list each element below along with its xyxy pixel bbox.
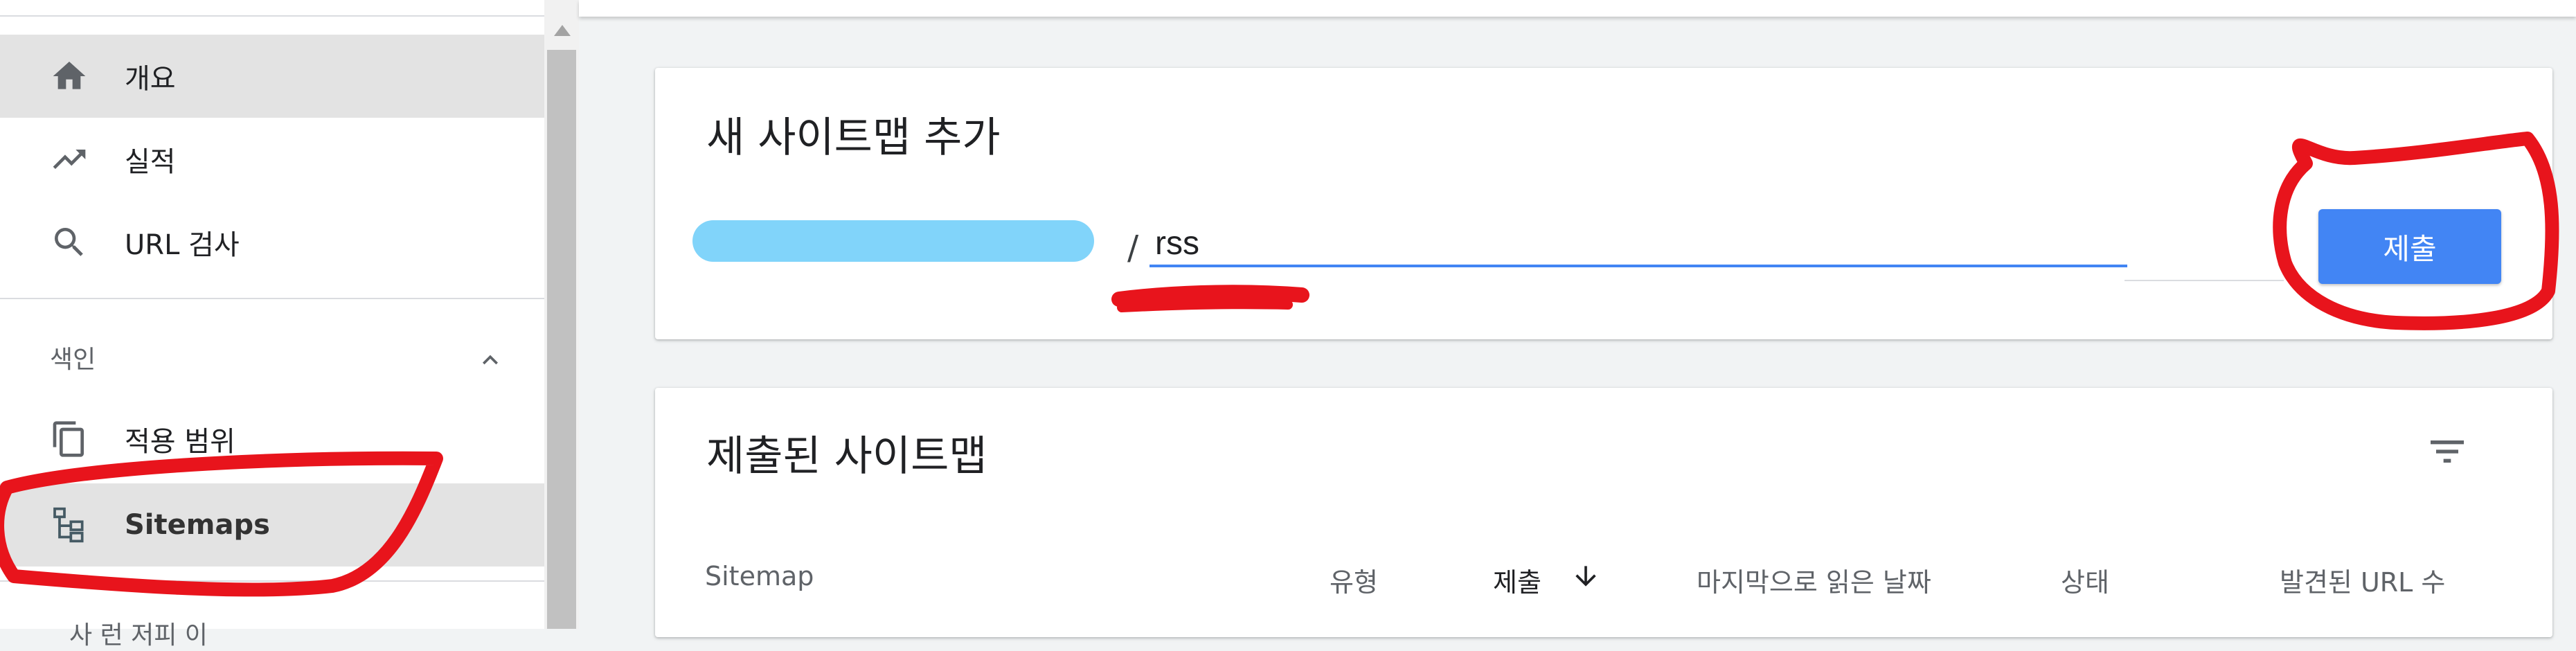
column-header-status[interactable]: 상태: [2061, 561, 2109, 599]
sidebar-item-overview[interactable]: 개요: [0, 35, 544, 118]
column-header-sitemap[interactable]: Sitemap: [705, 561, 814, 591]
sidebar-top-divider: [0, 15, 544, 17]
trending-up-icon: [53, 150, 86, 169]
main-top-bar: [579, 0, 2576, 17]
sidebar-item-label: Sitemaps: [125, 509, 270, 541]
copy-icon: [53, 421, 84, 457]
sidebar-item-url-inspection[interactable]: URL 검사: [0, 201, 544, 284]
home-icon: [53, 62, 86, 89]
redacted-site-url: [692, 220, 1094, 262]
arrow-down-icon[interactable]: [1571, 561, 1601, 591]
url-separator: /: [1127, 229, 1139, 267]
sidebar-item-performance[interactable]: 실적: [0, 118, 544, 201]
sidebar-item-label: 실적: [125, 146, 176, 178]
sidebar-divider: [0, 298, 544, 299]
sidebar-divider: [0, 580, 544, 582]
column-header-discovered-urls[interactable]: 발견된 URL 수: [2280, 561, 2445, 599]
column-header-type[interactable]: 유형: [1330, 561, 1378, 599]
sidebar: 개요 실적 URL 검사 색인 적용 범위 Sitemaps 사 런 저피 이: [0, 0, 544, 650]
sitemap-url-input[interactable]: [1150, 222, 2127, 267]
submitted-sitemaps-card: 제출된 사이트맵 Sitemap 유형 제출 마지막으로 읽은 날짜 상태 발견…: [655, 388, 2552, 637]
filter-icon[interactable]: [2425, 429, 2469, 474]
column-header-last-read[interactable]: 마지막으로 읽은 날짜: [1697, 561, 1931, 599]
sidebar-scrollbar-thumb[interactable]: [547, 50, 576, 629]
search-icon: [55, 228, 83, 256]
sitemap-icon: [53, 507, 84, 543]
scroll-up-arrow-icon[interactable]: [554, 25, 571, 36]
sidebar-item-label: 개요: [125, 63, 176, 95]
sidebar-item-coverage[interactable]: 적용 범위: [0, 398, 544, 481]
chevron-up-icon[interactable]: [475, 345, 506, 375]
sidebar-cut-off-item[interactable]: 사 런 저피 이: [69, 615, 208, 651]
submit-button[interactable]: 제출: [2318, 209, 2501, 284]
submitted-sitemaps-title: 제출된 사이트맵: [706, 432, 987, 481]
sidebar-section-index: 색인: [50, 346, 96, 374]
add-sitemap-card: 새 사이트맵 추가 / 제출: [655, 68, 2552, 339]
column-header-submitted[interactable]: 제출: [1493, 561, 1541, 599]
sidebar-item-label: URL 검사: [125, 229, 240, 261]
sidebar-item-label: 적용 범위: [125, 426, 235, 458]
add-sitemap-title: 새 사이트맵 추가: [706, 114, 1001, 162]
input-underline: [2125, 280, 2284, 281]
sidebar-item-sitemaps[interactable]: Sitemaps: [0, 483, 544, 567]
